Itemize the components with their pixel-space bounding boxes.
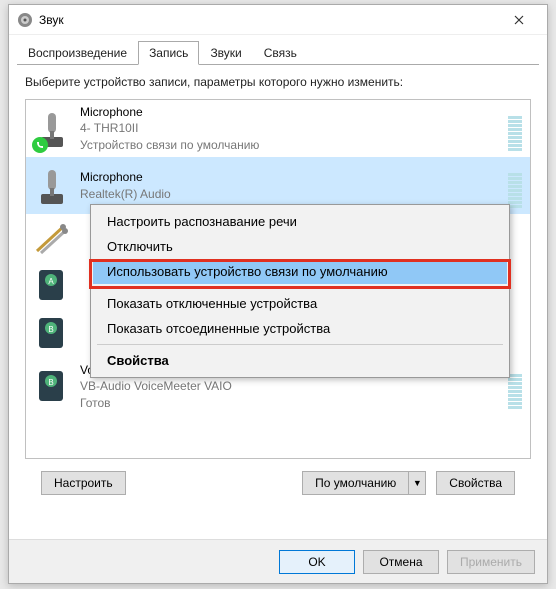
tab-content: Выберите устройство записи, параметры ко… <box>9 65 547 507</box>
apply-button[interactable]: Применить <box>447 550 535 574</box>
device-status: Готов <box>80 395 508 411</box>
bottom-buttons: Настроить По умолчанию ▼ Свойства <box>25 459 531 507</box>
instruction-text: Выберите устройство записи, параметры ко… <box>25 75 531 89</box>
level-meter <box>508 164 522 208</box>
ctx-show-disabled[interactable]: Показать отключенные устройства <box>93 291 507 316</box>
properties-button[interactable]: Свойства <box>436 471 515 495</box>
microphone-icon <box>34 107 70 151</box>
ok-button[interactable]: OK <box>279 550 355 574</box>
device-status: Устройство связи по умолчанию <box>80 137 508 153</box>
ctx-show-disconnected[interactable]: Показать отсоединенные устройства <box>93 316 507 341</box>
tab-recording[interactable]: Запись <box>138 41 199 65</box>
dialog-buttons: OK Отмена Применить <box>9 539 547 583</box>
device-row[interactable]: Microphone 4- THR10II Устройство связи п… <box>26 100 530 157</box>
voicemeeter-icon: B <box>34 365 70 409</box>
ctx-use-default-comm[interactable]: Использовать устройство связи по умолчан… <box>93 259 507 284</box>
context-menu: Настроить распознавание речи Отключить И… <box>90 204 510 378</box>
svg-text:B: B <box>48 378 53 387</box>
device-name: Microphone <box>80 169 508 185</box>
separator <box>97 344 503 345</box>
ctx-disable[interactable]: Отключить <box>93 234 507 259</box>
device-name: Microphone <box>80 104 508 120</box>
chevron-down-icon[interactable]: ▼ <box>408 471 426 495</box>
window-title: Звук <box>39 13 499 27</box>
speaker-icon <box>17 12 33 28</box>
level-meter <box>508 107 522 151</box>
device-info: Microphone 4- THR10II Устройство связи п… <box>80 104 508 153</box>
phone-badge-icon <box>32 137 48 153</box>
configure-button[interactable]: Настроить <box>41 471 126 495</box>
device-info: Microphone Realtek(R) Audio <box>80 169 508 201</box>
device-sub: Realtek(R) Audio <box>80 186 508 202</box>
separator <box>97 287 503 288</box>
tab-comms[interactable]: Связь <box>253 41 308 65</box>
jack-icon <box>34 216 70 260</box>
microphone-icon <box>34 164 70 208</box>
ctx-configure-speech[interactable]: Настроить распознавание речи <box>93 209 507 234</box>
default-split-button[interactable]: По умолчанию ▼ <box>302 471 426 495</box>
device-sub: 4- THR10II <box>80 120 508 136</box>
device-sub: VB-Audio VoiceMeeter VAIO <box>80 378 508 394</box>
svg-text:A: A <box>48 277 54 286</box>
device-list[interactable]: Microphone 4- THR10II Устройство связи п… <box>25 99 531 459</box>
tab-strip: Воспроизведение Запись Звуки Связь <box>9 35 547 65</box>
ctx-properties[interactable]: Свойства <box>93 348 507 373</box>
close-button[interactable] <box>499 6 539 34</box>
sound-dialog: Звук Воспроизведение Запись Звуки Связь … <box>8 4 548 584</box>
tab-sounds[interactable]: Звуки <box>199 41 252 65</box>
tab-playback[interactable]: Воспроизведение <box>17 41 138 65</box>
default-button[interactable]: По умолчанию <box>302 471 408 495</box>
voicemeeter-icon: A <box>34 264 70 308</box>
level-meter <box>508 365 522 409</box>
voicemeeter-icon: B <box>34 312 70 356</box>
svg-text:B: B <box>48 325 53 334</box>
titlebar: Звук <box>9 5 547 35</box>
cancel-button[interactable]: Отмена <box>363 550 439 574</box>
